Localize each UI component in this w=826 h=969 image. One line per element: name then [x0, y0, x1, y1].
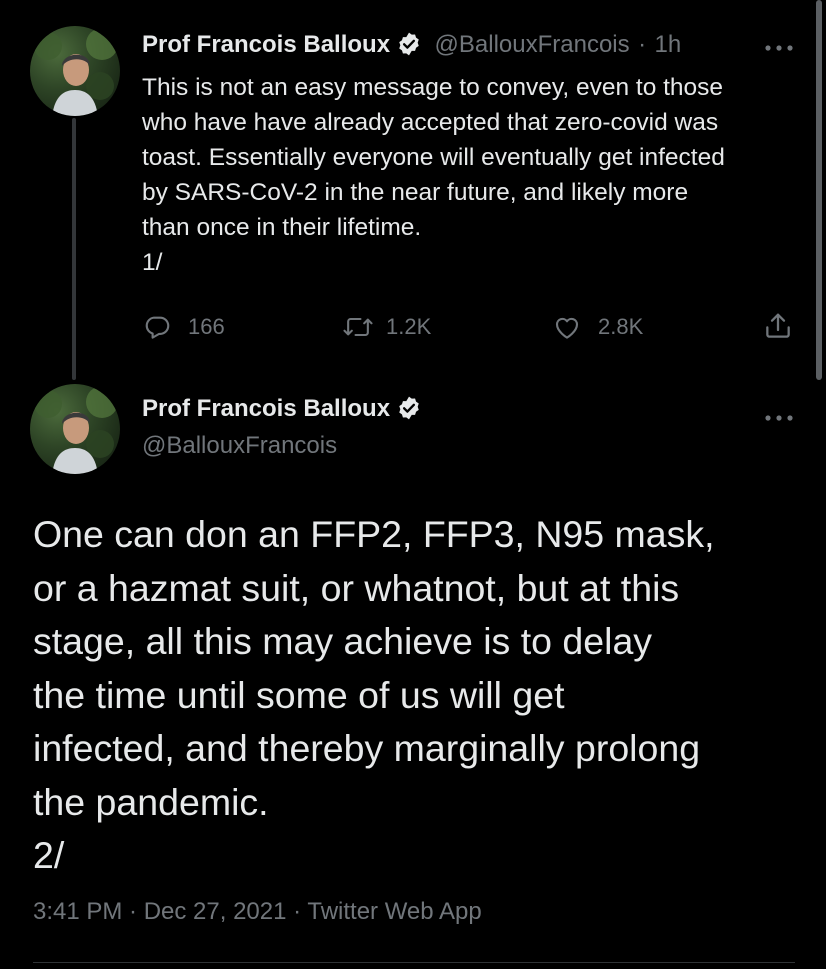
- avatar-photo-icon: [34, 386, 118, 474]
- tweet-time[interactable]: 1h: [655, 31, 682, 58]
- avatar[interactable]: [30, 26, 120, 116]
- author-handle[interactable]: @BallouxFrancois: [435, 31, 630, 58]
- tweet2-header: Prof Francois Balloux: [142, 394, 422, 427]
- tweet-timestamp[interactable]: 3:41 PM · Dec 27, 2021 · Twitter Web App: [33, 898, 482, 926]
- tweet1-header: Prof Francois Balloux @BallouxFrancois ·…: [142, 30, 681, 63]
- time-separator: ·: [638, 31, 647, 58]
- verified-badge-icon: [399, 32, 419, 56]
- scrollbar[interactable]: [816, 0, 822, 380]
- author-handle[interactable]: @BallouxFrancois: [142, 432, 337, 460]
- verified-badge-icon: [399, 396, 419, 420]
- like-icon: [555, 317, 579, 339]
- like-button[interactable]: 2.8K: [552, 312, 643, 342]
- like-count: 2.8K: [598, 314, 644, 339]
- reply-button[interactable]: 166: [142, 312, 225, 342]
- avatar-photo-icon: [34, 28, 118, 116]
- reply-icon: [145, 316, 170, 339]
- tweet-text-large: One can don an FFP2, FFP3, N95 mask, or …: [33, 513, 715, 876]
- more-icon[interactable]: [764, 34, 794, 54]
- tweet-text: This is not an easy message to convey, e…: [142, 74, 725, 276]
- share-icon: [766, 313, 790, 338]
- retweet-button[interactable]: 1.2K: [342, 312, 431, 342]
- divider: [33, 962, 795, 963]
- avatar[interactable]: [30, 384, 120, 474]
- retweet-icon: [343, 317, 373, 337]
- more-icon[interactable]: [764, 404, 794, 424]
- author-name[interactable]: Prof Francois Balloux: [142, 31, 390, 58]
- thread-connector-line: [72, 118, 76, 380]
- reply-count: 166: [188, 314, 225, 339]
- author-name[interactable]: Prof Francois Balloux: [142, 395, 390, 422]
- retweet-count: 1.2K: [386, 314, 432, 339]
- share-button[interactable]: [762, 310, 810, 342]
